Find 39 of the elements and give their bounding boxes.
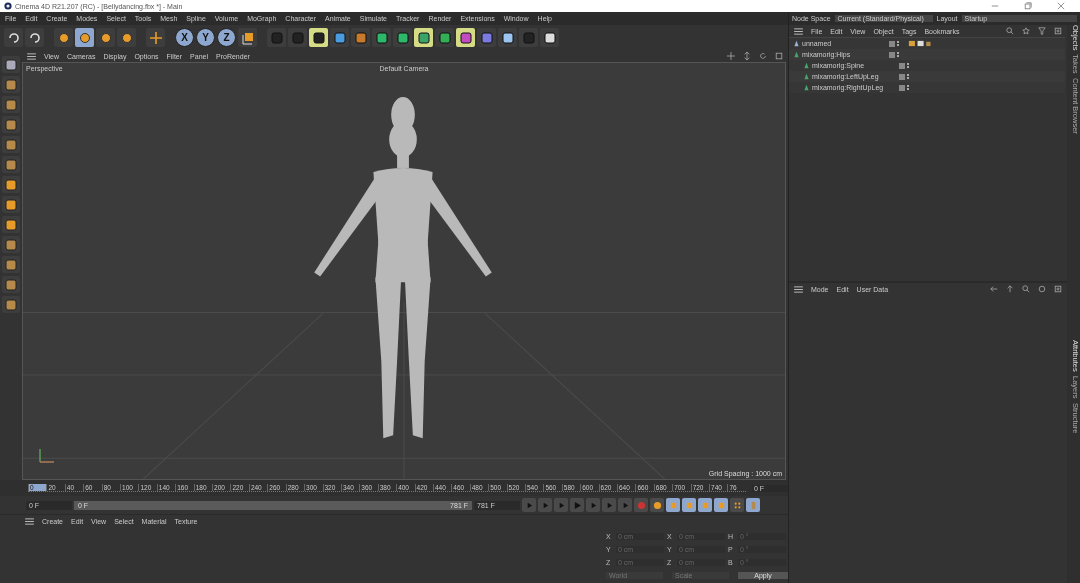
dots-grid-icon[interactable] — [730, 498, 744, 512]
axis-lock-button[interactable]: Y — [196, 28, 215, 47]
visibility-dots-icon[interactable] — [907, 85, 910, 90]
layer-checkbox-icon[interactable] — [899, 73, 905, 80]
menu-icon[interactable] — [794, 27, 803, 35]
autokey-icon[interactable] — [650, 498, 664, 512]
new-window-icon[interactable] — [1054, 285, 1062, 293]
menu-icon[interactable] — [794, 285, 803, 293]
close-icon[interactable] — [1057, 2, 1065, 10]
move-view-icon[interactable] — [727, 52, 735, 60]
circle-icon[interactable] — [1038, 285, 1046, 293]
axis-lock-button[interactable]: Z — [217, 28, 236, 47]
menu-icon[interactable] — [25, 517, 34, 525]
layer-checkbox-icon[interactable] — [889, 51, 895, 58]
up-arrow-icon[interactable] — [1006, 285, 1014, 293]
layer-checkbox-icon[interactable] — [889, 40, 895, 47]
new-window-icon[interactable] — [1054, 27, 1062, 35]
restore-icon[interactable] — [1024, 2, 1032, 10]
undo-icon[interactable] — [4, 28, 23, 47]
crosshair-icon[interactable] — [146, 28, 165, 47]
layer-checkbox-icon[interactable] — [899, 84, 905, 91]
axis-lock-button[interactable]: X — [175, 28, 194, 47]
app-logo-icon — [4, 2, 12, 10]
star-icon[interactable] — [1022, 27, 1030, 35]
visibility-dots-icon[interactable] — [897, 52, 900, 57]
visibility-dots-icon[interactable] — [897, 41, 900, 46]
rotate-view-icon[interactable] — [759, 52, 767, 60]
zoom-view-icon[interactable] — [743, 52, 751, 60]
window-icon[interactable] — [775, 52, 783, 60]
coordinate-system-icon[interactable] — [238, 28, 257, 47]
visibility-dots-icon[interactable] — [907, 63, 910, 68]
menu-icon[interactable] — [27, 52, 36, 60]
filter-icon[interactable] — [1038, 27, 1046, 35]
search-icon[interactable] — [1006, 27, 1014, 35]
search-icon[interactable] — [1022, 285, 1030, 293]
visibility-dots-icon[interactable] — [907, 74, 910, 79]
redo-icon[interactable] — [25, 28, 44, 47]
back-arrow-icon[interactable] — [990, 285, 998, 293]
layer-checkbox-icon[interactable] — [899, 62, 905, 69]
